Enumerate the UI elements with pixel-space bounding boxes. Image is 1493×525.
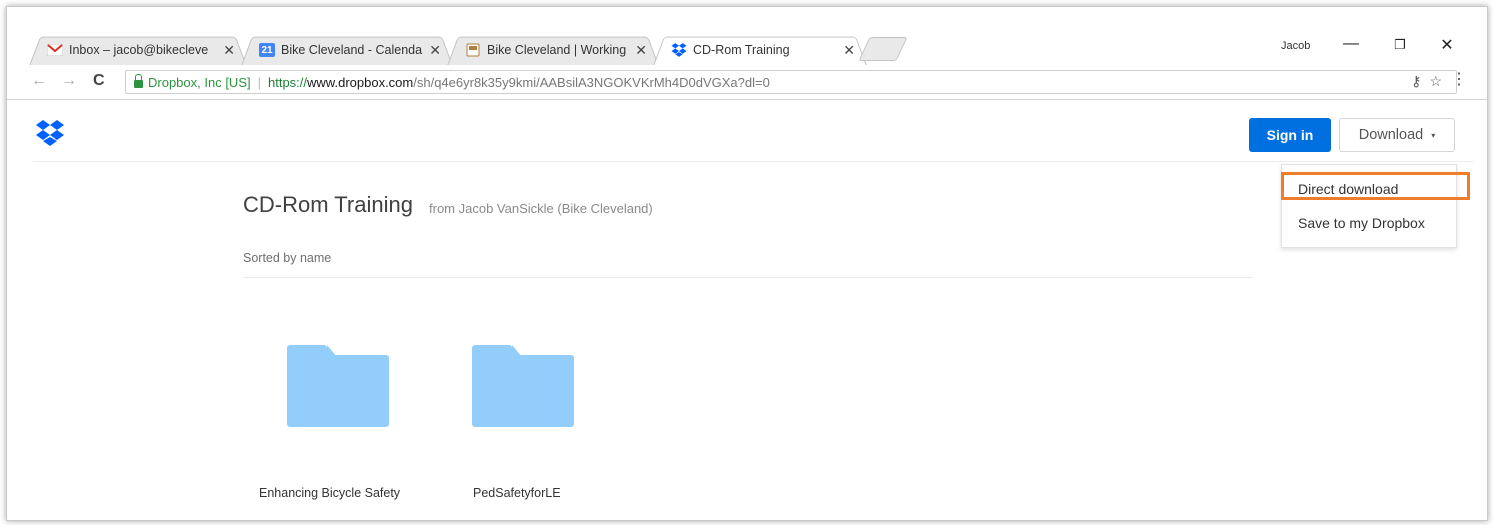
tab-title: CD-Rom Training — [693, 43, 790, 57]
download-label: Download — [1358, 127, 1424, 143]
minimize-icon[interactable]: — — [1341, 35, 1361, 53]
highlight-box — [1281, 172, 1470, 200]
tab-calendar[interactable]: 21 Bike Cleveland - Calenda ✕ — [241, 33, 453, 66]
tab-title: Bike Cleveland - Calenda — [281, 43, 423, 57]
dropbox-icon — [671, 43, 687, 57]
tab-working[interactable]: Bike Cleveland | Working ✕ — [447, 33, 659, 66]
dropbox-page: Sign in Download ▾ Direct download Save … — [7, 100, 1487, 520]
reload-icon[interactable]: C — [93, 72, 105, 90]
browser-toolbar: ← → C Dropbox, Inc [US] | https://www.dr… — [7, 65, 1487, 100]
url-text: https://www.dropbox.com/sh/q4e6yr8k35y9k… — [268, 74, 770, 90]
back-icon[interactable]: ← — [31, 72, 47, 90]
browser-window: Inbox – jacob@bikecleve ✕ 21 Bike Clevel… — [6, 6, 1488, 521]
forward-icon[interactable]: → — [61, 72, 77, 90]
close-icon[interactable]: ✕ — [1437, 35, 1457, 55]
address-bar[interactable]: Dropbox, Inc [US] | https://www.dropbox.… — [125, 70, 1457, 94]
restore-icon[interactable]: ❐ — [1390, 37, 1410, 53]
caret-down-icon: ▾ — [1431, 130, 1436, 140]
new-tab-button[interactable] — [858, 37, 908, 61]
drive-doc-icon — [465, 43, 481, 57]
shared-by-text: from Jacob VanSickle (Bike Cleveland) — [429, 201, 653, 216]
tab-title: Inbox – jacob@bikecleve — [69, 43, 209, 57]
key-icon[interactable]: ⚷ — [1411, 73, 1429, 89]
page-title: CD-Rom Training — [243, 192, 413, 217]
folder-icon[interactable] — [287, 345, 389, 427]
tab-close-icon[interactable]: ✕ — [223, 42, 235, 59]
gmail-icon — [47, 43, 63, 57]
calendar-icon: 21 — [259, 43, 275, 57]
tab-title: Bike Cleveland | Working — [487, 43, 627, 57]
save-to-dropbox-item[interactable]: Save to my Dropbox — [1298, 215, 1425, 231]
menu-icon[interactable]: ⋮ — [1451, 69, 1467, 89]
lock-icon — [134, 74, 143, 88]
sort-label[interactable]: Sorted by name — [243, 251, 331, 265]
folder-name[interactable]: Enhancing Bicycle Safety — [259, 486, 400, 500]
sign-in-button[interactable]: Sign in — [1249, 118, 1331, 152]
download-button[interactable]: Download ▾ — [1339, 118, 1455, 152]
dropbox-logo-icon[interactable] — [35, 120, 65, 146]
profile-name[interactable]: Jacob — [1281, 40, 1310, 52]
tab-close-icon[interactable]: ✕ — [429, 42, 441, 59]
folder-name[interactable]: PedSafetyforLE — [473, 486, 561, 500]
tab-gmail[interactable]: Inbox – jacob@bikecleve ✕ — [29, 33, 247, 66]
secure-label: Dropbox, Inc [US] — [148, 74, 251, 90]
folder-icon[interactable] — [472, 345, 574, 427]
tab-strip: Inbox – jacob@bikecleve ✕ 21 Bike Clevel… — [7, 7, 1487, 66]
tab-close-icon[interactable]: ✕ — [635, 42, 647, 59]
star-icon[interactable]: ☆ — [1429, 73, 1450, 89]
header-divider — [33, 161, 1473, 162]
content-divider — [243, 277, 1253, 278]
tab-cd-rom-training[interactable]: CD-Rom Training ✕ — [653, 33, 867, 66]
tab-close-icon[interactable]: ✕ — [843, 42, 855, 59]
